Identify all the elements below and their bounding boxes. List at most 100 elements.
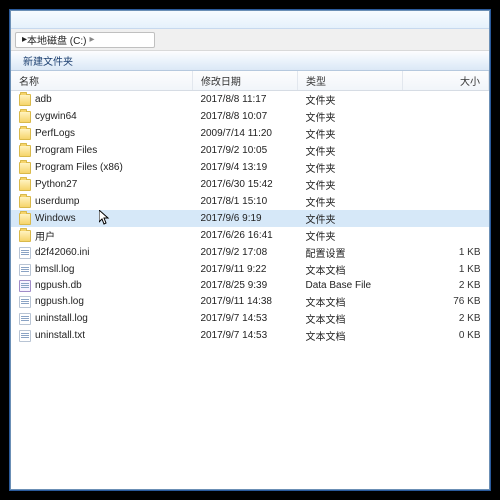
file-date: 2017/9/11 14:38 bbox=[192, 293, 297, 310]
col-size[interactable]: 大小 bbox=[403, 71, 489, 91]
log-icon bbox=[19, 264, 31, 276]
table-row[interactable]: adb 2017/8/8 11:17文件夹 bbox=[11, 91, 489, 109]
col-date[interactable]: 修改日期 bbox=[192, 71, 297, 91]
breadcrumb[interactable]: ▸ 本地磁盘 (C:) ▸ bbox=[15, 32, 155, 48]
file-size: 2 KB bbox=[403, 310, 489, 327]
file-size: 76 KB bbox=[403, 293, 489, 310]
file-date: 2017/6/26 16:41 bbox=[192, 227, 297, 244]
table-row[interactable]: d2f42060.ini 2017/9/2 17:08配置设置1 KB bbox=[11, 244, 489, 261]
file-type: 文件夹 bbox=[297, 176, 402, 193]
folder-icon bbox=[19, 213, 31, 225]
file-size bbox=[403, 227, 489, 244]
file-type: 文件夹 bbox=[297, 91, 402, 109]
file-list-area[interactable]: 名称 修改日期 类型 大小 adb2017/8/8 11:17文件夹cygwin… bbox=[11, 71, 489, 489]
file-name: uninstall.log bbox=[35, 313, 88, 324]
table-row[interactable]: Windows2017/9/6 9:19文件夹 bbox=[11, 210, 489, 227]
file-size bbox=[403, 142, 489, 159]
file-date: 2017/9/2 17:08 bbox=[192, 244, 297, 261]
file-table: 名称 修改日期 类型 大小 adb2017/8/8 11:17文件夹cygwin… bbox=[11, 71, 489, 344]
file-size bbox=[403, 159, 489, 176]
file-size: 1 KB bbox=[403, 244, 489, 261]
file-name: Program Files (x86) bbox=[35, 162, 123, 173]
col-name[interactable]: 名称 bbox=[11, 71, 192, 91]
file-size: 0 KB bbox=[403, 327, 489, 344]
file-name: Python27 bbox=[35, 179, 77, 190]
table-row[interactable]: bmsll.log 2017/9/11 9:22文本文档1 KB bbox=[11, 261, 489, 278]
file-date: 2017/8/8 10:07 bbox=[192, 108, 297, 125]
folder-icon bbox=[19, 111, 31, 123]
table-row[interactable]: Program Files 2017/9/2 10:05文件夹 bbox=[11, 142, 489, 159]
file-size bbox=[403, 176, 489, 193]
explorer-window: ▸ 本地磁盘 (C:) ▸ 新建文件夹 名称 修改日期 类型 大小 adb 201… bbox=[10, 10, 490, 490]
folder-icon bbox=[19, 145, 31, 157]
file-size bbox=[403, 210, 489, 227]
file-name: uninstall.txt bbox=[35, 330, 85, 341]
folder-icon bbox=[19, 94, 31, 106]
file-size bbox=[403, 193, 489, 210]
folder-icon bbox=[19, 162, 31, 174]
file-type: 文件夹 bbox=[297, 159, 402, 176]
table-row[interactable]: ngpush.log 2017/9/11 14:38文本文档76 KB bbox=[11, 293, 489, 310]
file-name: d2f42060.ini bbox=[35, 247, 90, 258]
col-type[interactable]: 类型 bbox=[297, 71, 402, 91]
table-row[interactable]: cygwin64 2017/8/8 10:07文件夹 bbox=[11, 108, 489, 125]
file-type: 文件夹 bbox=[297, 108, 402, 125]
file-size bbox=[403, 108, 489, 125]
file-type: Data Base File bbox=[297, 278, 402, 293]
folder-icon bbox=[19, 128, 31, 140]
file-name: 用户 bbox=[35, 228, 55, 243]
table-row[interactable]: ngpush.db 2017/8/25 9:39Data Base File2 K… bbox=[11, 278, 489, 293]
file-name: adb bbox=[35, 94, 52, 105]
file-name: userdump bbox=[35, 196, 79, 207]
file-type: 文本文档 bbox=[297, 293, 402, 310]
table-row[interactable]: uninstall.txt 2017/9/7 14:53文本文档0 KB bbox=[11, 327, 489, 344]
folder-icon bbox=[19, 179, 31, 191]
file-date: 2017/9/7 14:53 bbox=[192, 327, 297, 344]
file-name: Program Files bbox=[35, 145, 97, 156]
file-type: 文件夹 bbox=[297, 142, 402, 159]
table-row[interactable]: uninstall.log 2017/9/7 14:53文本文档2 KB bbox=[11, 310, 489, 327]
file-date: 2017/9/6 9:19 bbox=[192, 210, 297, 227]
file-date: 2017/6/30 15:42 bbox=[192, 176, 297, 193]
file-date: 2017/9/2 10:05 bbox=[192, 142, 297, 159]
db-icon bbox=[19, 280, 31, 292]
file-name: Windows bbox=[35, 213, 76, 224]
table-row[interactable]: userdump 2017/8/1 15:10文件夹 bbox=[11, 193, 489, 210]
file-date: 2017/9/11 9:22 bbox=[192, 261, 297, 278]
file-date: 2009/7/14 11:20 bbox=[192, 125, 297, 142]
file-size bbox=[403, 125, 489, 142]
titlebar[interactable] bbox=[11, 11, 489, 29]
file-size: 2 KB bbox=[403, 278, 489, 293]
file-type: 文本文档 bbox=[297, 310, 402, 327]
file-type: 文件夹 bbox=[297, 125, 402, 142]
log-icon bbox=[19, 313, 31, 325]
file-name: bmsll.log bbox=[35, 264, 74, 275]
table-row[interactable]: 用户 2017/6/26 16:41文件夹 bbox=[11, 227, 489, 244]
file-date: 2017/9/4 13:19 bbox=[192, 159, 297, 176]
file-type: 文本文档 bbox=[297, 327, 402, 344]
table-row[interactable]: Program Files (x86) 2017/9/4 13:19文件夹 bbox=[11, 159, 489, 176]
file-date: 2017/8/1 15:10 bbox=[192, 193, 297, 210]
breadcrumb-drive[interactable]: 本地磁盘 (C:) bbox=[27, 32, 86, 47]
file-name: ngpush.db bbox=[35, 280, 82, 291]
file-name: cygwin64 bbox=[35, 111, 77, 122]
ini-icon bbox=[19, 247, 31, 259]
file-size bbox=[403, 91, 489, 109]
log-icon bbox=[19, 296, 31, 308]
file-type: 文件夹 bbox=[297, 227, 402, 244]
breadcrumb-sep: ▸ bbox=[89, 34, 94, 45]
file-type: 配置设置 bbox=[297, 244, 402, 261]
file-date: 2017/9/7 14:53 bbox=[192, 310, 297, 327]
new-folder-button[interactable]: 新建文件夹 bbox=[17, 51, 79, 70]
file-size: 1 KB bbox=[403, 261, 489, 278]
table-row[interactable]: Python27 2017/6/30 15:42文件夹 bbox=[11, 176, 489, 193]
file-type: 文件夹 bbox=[297, 193, 402, 210]
txt-icon bbox=[19, 330, 31, 342]
table-row[interactable]: PerfLogs 2009/7/14 11:20文件夹 bbox=[11, 125, 489, 142]
file-type: 文本文档 bbox=[297, 261, 402, 278]
file-name: PerfLogs bbox=[35, 128, 75, 139]
file-date: 2017/8/25 9:39 bbox=[192, 278, 297, 293]
file-date: 2017/8/8 11:17 bbox=[192, 91, 297, 109]
address-bar: ▸ 本地磁盘 (C:) ▸ bbox=[11, 29, 489, 51]
file-name: ngpush.log bbox=[35, 296, 84, 307]
